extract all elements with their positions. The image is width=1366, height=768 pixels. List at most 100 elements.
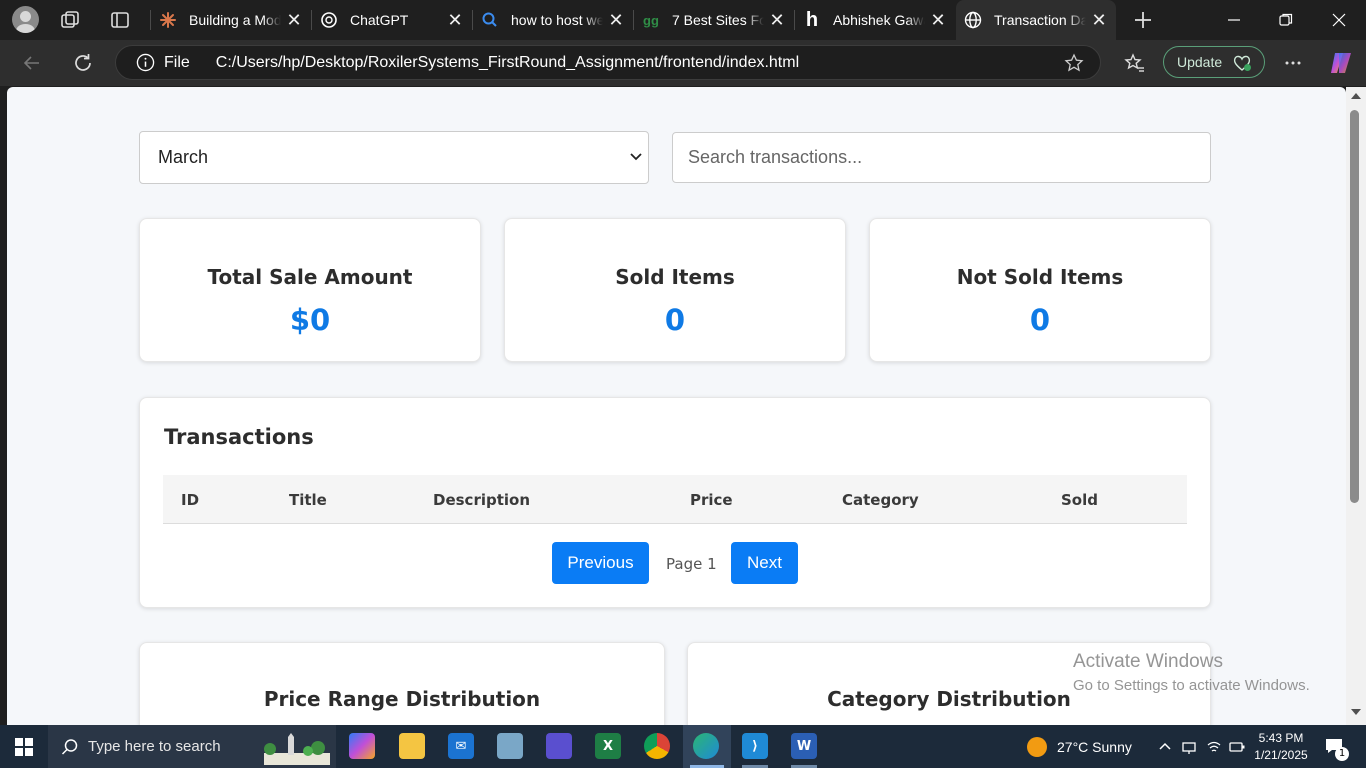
notification-icon[interactable]: 1 [1325, 737, 1349, 761]
mail-icon[interactable]: ✉ [448, 733, 474, 759]
tab-label: ChatGPT [350, 12, 409, 28]
month-select-value: March [158, 147, 209, 167]
update-button[interactable]: Update [1163, 46, 1265, 78]
tab-host-website[interactable]: how to host website ✕ [473, 0, 633, 40]
next-button[interactable]: Next [731, 542, 798, 584]
vpn-app-icon[interactable] [546, 733, 572, 759]
scrollbar-thumb[interactable] [1350, 110, 1359, 503]
column-header-title: Title [289, 491, 327, 509]
minimize-icon[interactable] [1222, 8, 1246, 32]
tab-abhishek[interactable]: h Abhishek Gawade ✕ [795, 0, 955, 40]
activate-windows-watermark: Activate Windows Go to Settings to activ… [1073, 651, 1310, 694]
tab-building-modern[interactable]: Building a Modern ✕ [151, 0, 311, 40]
close-icon[interactable]: ✕ [285, 11, 303, 29]
heart-icon [1233, 55, 1251, 71]
weather-text: 27°C Sunny [1057, 739, 1132, 755]
chrome-icon[interactable] [644, 733, 670, 759]
search-icon [61, 738, 78, 755]
windows-taskbar: Type here to search ✉ X ⟩ W 27°C Sunny 5… [0, 725, 1366, 768]
vscode-icon[interactable]: ⟩ [742, 733, 768, 759]
notepad-icon[interactable] [497, 733, 523, 759]
price-range-chart-card: Price Range Distribution [139, 642, 665, 725]
tab-label: Building a Modern [189, 12, 281, 28]
chevron-down-icon [630, 153, 642, 161]
url-scheme: File [164, 53, 190, 71]
search-input[interactable] [672, 132, 1211, 183]
month-select[interactable]: March [139, 131, 649, 184]
close-icon[interactable]: ✕ [768, 11, 786, 29]
windows-start-icon[interactable] [15, 738, 33, 756]
stat-card-sold-items: Sold Items 0 [504, 218, 846, 362]
stat-card-not-sold-items: Not Sold Items 0 [869, 218, 1211, 362]
address-bar[interactable]: File C:/Users/hp/Desktop/RoxilerSystems_… [115, 45, 1101, 80]
workspaces-icon[interactable] [59, 9, 81, 31]
stat-value: $0 [289, 303, 331, 337]
copilot-app-icon[interactable] [349, 733, 375, 759]
clock-time: 5:43 PM [1258, 731, 1304, 745]
excel-icon[interactable]: X [595, 733, 621, 759]
restore-icon[interactable] [1274, 8, 1298, 32]
file-explorer-icon[interactable] [399, 733, 425, 759]
watermark-line2: Go to Settings to activate Windows. [1073, 677, 1310, 694]
update-label: Update [1177, 54, 1223, 70]
page-indicator: Page 1 [666, 555, 717, 573]
tab-label: 7 Best Sites For [672, 12, 764, 28]
stat-card-total-sale: Total Sale Amount $0 [139, 218, 481, 362]
tab-label: how to host website [511, 12, 603, 28]
sun-icon [1027, 737, 1047, 757]
previous-button[interactable]: Previous [552, 542, 649, 584]
column-header-category: Category [842, 491, 919, 509]
column-header-sold: Sold [1061, 491, 1098, 509]
tab-chatgpt[interactable]: ChatGPT ✕ [312, 0, 472, 40]
stat-title: Total Sale Amount [207, 265, 413, 289]
back-arrow-icon[interactable] [20, 51, 44, 75]
gfg-icon: ɡɡ [643, 12, 659, 28]
profile-avatar[interactable] [12, 6, 39, 33]
favorite-star-icon[interactable] [1064, 53, 1084, 73]
table-header-row: ID Title Description Price Category Sold [163, 475, 1187, 524]
transactions-card: Transactions ID Title Description Price … [139, 397, 1211, 608]
refresh-icon[interactable] [71, 51, 95, 75]
stat-value: 0 [1029, 303, 1051, 337]
close-icon[interactable]: ✕ [607, 11, 625, 29]
column-header-price: Price [690, 491, 733, 509]
column-header-id: ID [181, 491, 200, 509]
scroll-up-icon[interactable] [1351, 93, 1361, 99]
browser-titlebar: Building a Modern ✕ ChatGPT ✕ how to hos… [0, 0, 1366, 40]
stat-title: Not Sold Items [956, 265, 1124, 289]
word-icon[interactable]: W [791, 733, 817, 759]
close-icon[interactable]: ✕ [446, 11, 464, 29]
more-menu-icon[interactable] [1281, 51, 1305, 75]
claude-icon [159, 11, 177, 29]
taskbar-search[interactable]: Type here to search [48, 725, 336, 768]
url-text[interactable]: C:/Users/hp/Desktop/RoxilerSystems_First… [216, 54, 799, 72]
tab-label: Abhishek Gawade [833, 12, 925, 28]
close-window-icon[interactable] [1327, 8, 1351, 32]
new-tab-icon[interactable] [1132, 9, 1154, 31]
edge-icon[interactable] [693, 733, 719, 759]
stat-title: Sold Items [615, 265, 735, 289]
copilot-icon[interactable] [1328, 50, 1354, 76]
info-icon[interactable] [136, 53, 155, 72]
tab-actions-icon[interactable] [109, 9, 131, 31]
close-icon[interactable]: ✕ [929, 11, 947, 29]
tab-label: Transaction Dashboard [994, 12, 1086, 28]
column-header-description: Description [433, 491, 531, 509]
wifi-icon[interactable] [1206, 739, 1222, 755]
browser-toolbar: File C:/Users/hp/Desktop/RoxilerSystems_… [0, 40, 1366, 86]
scroll-down-icon[interactable] [1351, 709, 1361, 715]
close-icon[interactable]: ✕ [1090, 11, 1108, 29]
page-viewport: March Total Sale Amount $0 Sold Items 0 … [7, 87, 1346, 725]
taskbar-search-placeholder: Type here to search [88, 738, 221, 755]
page-scrollbar[interactable] [1346, 87, 1366, 725]
battery-icon[interactable] [1229, 739, 1245, 755]
chart-title: Price Range Distribution [263, 687, 541, 711]
tab-transaction-dashboard[interactable]: Transaction Dashboard ✕ [956, 0, 1116, 40]
taskbar-clock[interactable]: 5:43 PM 1/21/2025 [1250, 730, 1312, 764]
tab-best-sites[interactable]: ɡɡ 7 Best Sites For ✕ [634, 0, 794, 40]
chevron-up-icon[interactable] [1157, 739, 1173, 755]
weather-widget[interactable]: 27°C Sunny [1027, 737, 1132, 757]
chatgpt-icon [320, 11, 338, 29]
network-device-icon[interactable] [1181, 739, 1197, 755]
favorites-icon[interactable] [1124, 52, 1146, 74]
